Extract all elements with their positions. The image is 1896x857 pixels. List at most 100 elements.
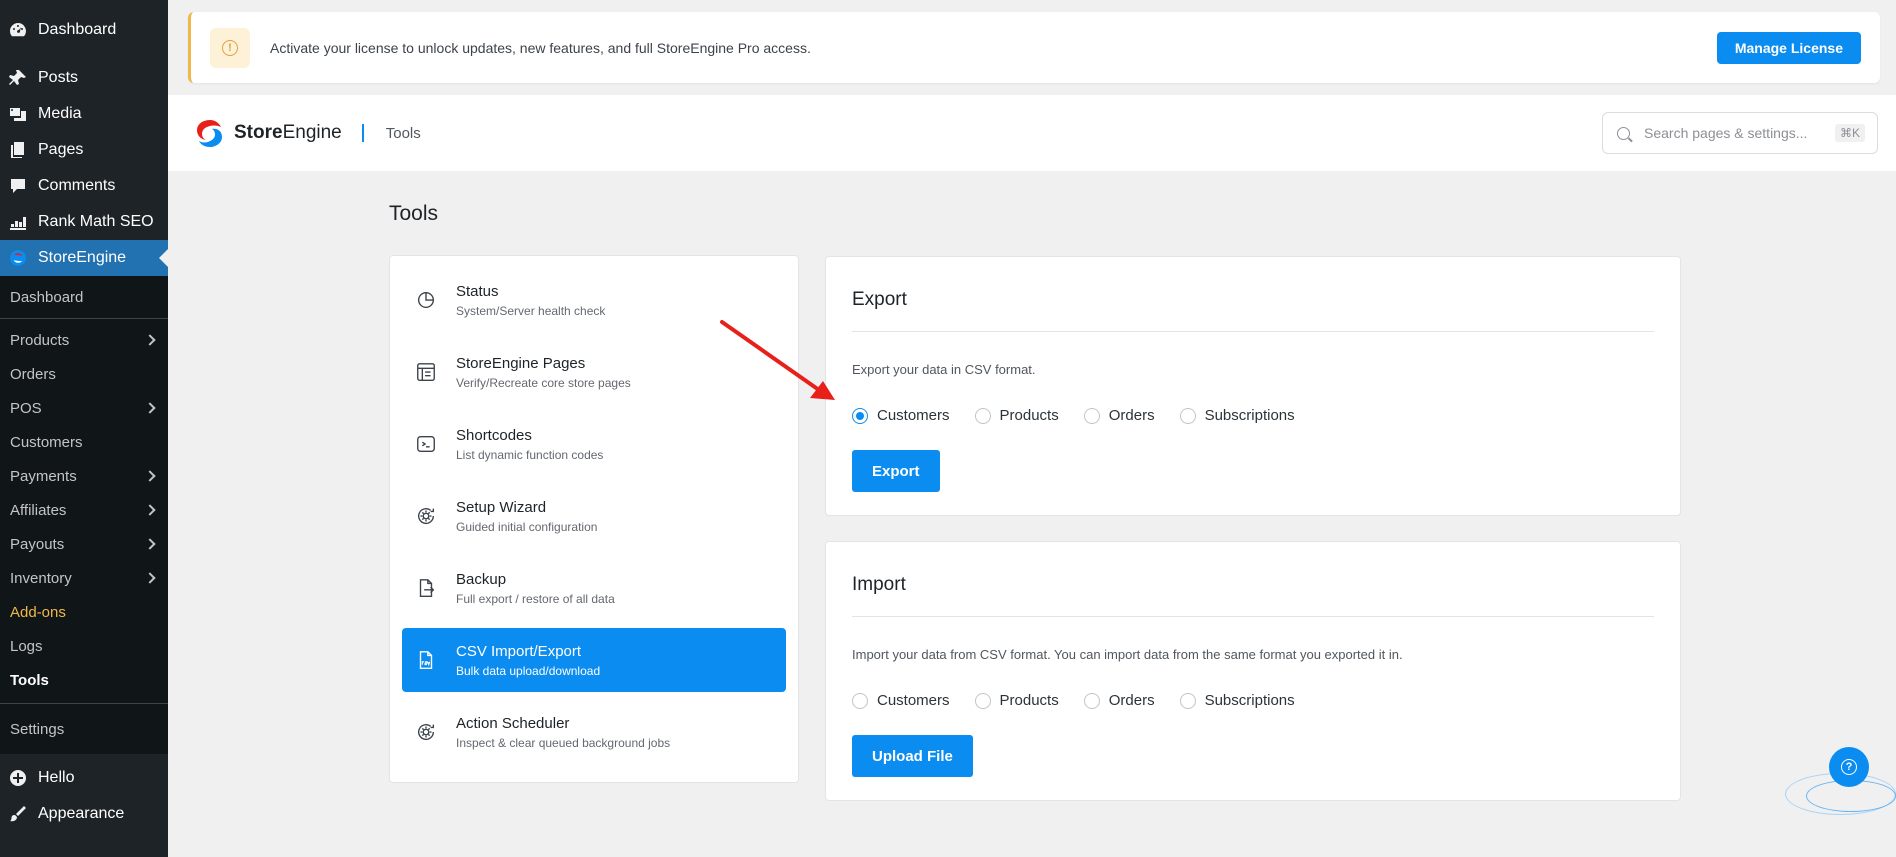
tool-csv-import-export[interactable]: CSV Import/Export Bulk data upload/downlo… [402, 628, 786, 692]
notice-message: Activate your license to unlock updates,… [270, 39, 811, 56]
submenu-label: Payouts [10, 535, 65, 553]
tool-subtitle: Full export / restore of all data [456, 591, 615, 606]
sidebar-item-dashboard[interactable]: Dashboard [0, 12, 168, 48]
export-radio-customers[interactable]: Customers [852, 407, 950, 424]
tool-title: CSV Import/Export [456, 642, 582, 660]
submenu-label: Products [10, 331, 70, 349]
import-radio-products[interactable]: Products [974, 692, 1059, 709]
submenu-label: Orders [10, 365, 56, 383]
storeengine-logo[interactable]: StoreEngine [194, 117, 342, 149]
tool-subtitle: Inspect & clear queued background jobs [456, 735, 671, 750]
divider [361, 124, 364, 142]
sidebar-item-label: Dashboard [38, 21, 117, 38]
submenu-products[interactable]: Products [0, 323, 168, 357]
sidebar-item-comments[interactable]: Comments [0, 168, 168, 204]
chart-icon [8, 212, 28, 232]
tool-action-scheduler[interactable]: Action Scheduler Inspect & clear queued b… [402, 700, 786, 764]
radio-label: Customers [877, 407, 950, 424]
search-input[interactable] [1644, 125, 1824, 141]
sidebar-item-label: Hello [38, 769, 75, 786]
brand-name: StoreEngine [234, 122, 342, 143]
tool-setup-wizard[interactable]: Setup Wizard Guided initial configuration [402, 484, 786, 548]
terminal-icon [414, 432, 438, 456]
chevron-right-icon [144, 538, 156, 550]
radio-button[interactable] [852, 692, 868, 709]
search-icon [1617, 126, 1630, 140]
export-description: Export your data in CSV format. [852, 362, 1036, 377]
radio-button[interactable] [1083, 692, 1100, 709]
radio-label: Products [999, 692, 1059, 709]
tool-title: Setup Wizard [456, 498, 547, 516]
export-radio-subscriptions[interactable]: Subscriptions [1179, 407, 1295, 424]
submenu-dashboard[interactable]: Dashboard [0, 276, 168, 318]
radio-label: Customers [877, 692, 950, 709]
sidebar-item-storeengine[interactable]: StoreEngine [0, 240, 168, 276]
sidebar-item-media[interactable]: Media [0, 96, 168, 132]
tool-subtitle: Guided initial configuration [456, 519, 598, 534]
submenu-label: Affiliates [10, 501, 67, 519]
radio-label: Orders [1108, 407, 1155, 424]
search-box[interactable]: ⌘K [1602, 112, 1878, 154]
radio-button[interactable] [974, 407, 991, 424]
tool-backup[interactable]: Backup Full export / restore of all data [402, 556, 786, 620]
sidebar-item-rank-math[interactable]: Rank Math SEO [0, 204, 168, 240]
chevron-right-icon [144, 334, 156, 346]
submenu-payments[interactable]: Payments [0, 459, 168, 493]
breadcrumb: Tools [385, 124, 421, 142]
chevron-right-icon [144, 470, 156, 482]
radio-button[interactable] [1083, 407, 1100, 424]
tool-subtitle: Verify/Recreate core store pages [456, 375, 631, 390]
sidebar-item-label: Comments [38, 177, 116, 194]
import-type-radio-group: Customers Products Orders Subscriptions [852, 692, 1654, 709]
export-radio-products[interactable]: Products [974, 407, 1059, 424]
storeengine-submenu: Dashboard Products Orders POS Customers … [0, 276, 168, 754]
radio-button[interactable] [974, 692, 991, 709]
submenu-addons[interactable]: Add-ons [0, 595, 168, 629]
tool-title: Action Scheduler [456, 714, 570, 732]
tool-subtitle: Bulk data upload/download [456, 663, 601, 678]
sidebar-item-label: Posts [38, 69, 79, 86]
warning-icon: ! [210, 27, 250, 68]
help-button[interactable]: ? [1829, 747, 1869, 787]
dashboard-icon [8, 20, 28, 40]
sidebar-item-label: Media [38, 105, 82, 122]
submenu-logs[interactable]: Logs [0, 629, 168, 663]
submenu-orders[interactable]: Orders [0, 357, 168, 391]
export-title: Export [852, 257, 1654, 332]
sidebar-item-hello[interactable]: Hello [0, 760, 168, 796]
sidebar-item-posts[interactable]: Posts [0, 60, 168, 96]
tool-title: Shortcodes [456, 426, 532, 444]
radio-button[interactable] [852, 407, 868, 424]
upload-file-button[interactable]: Upload File [852, 735, 973, 777]
tool-title: Backup [456, 570, 507, 588]
import-radio-orders[interactable]: Orders [1083, 692, 1155, 709]
import-radio-subscriptions[interactable]: Subscriptions [1179, 692, 1295, 709]
pie-chart-icon [414, 288, 438, 312]
sidebar-item-pages[interactable]: Pages [0, 132, 168, 168]
admin-sidebar: Dashboard Posts Media Pages Comments Ran… [0, 0, 168, 857]
media-icon [8, 104, 28, 124]
submenu-affiliates[interactable]: Affiliates [0, 493, 168, 527]
export-button[interactable]: Export [852, 450, 940, 492]
sidebar-item-label: StoreEngine [38, 249, 127, 266]
export-radio-orders[interactable]: Orders [1083, 407, 1155, 424]
file-export-icon [414, 576, 438, 600]
export-panel: Export Export your data in CSV format. C… [825, 256, 1681, 516]
submenu-customers[interactable]: Customers [0, 425, 168, 459]
submenu-tools[interactable]: Tools [0, 663, 168, 697]
radio-button[interactable] [1179, 692, 1196, 709]
import-radio-customers[interactable]: Customers [852, 692, 950, 709]
manage-license-button[interactable]: Manage License [1716, 31, 1861, 64]
submenu-settings[interactable]: Settings [0, 704, 168, 754]
sidebar-item-appearance[interactable]: Appearance [0, 796, 168, 832]
tool-shortcodes[interactable]: Shortcodes List dynamic function codes [402, 412, 786, 476]
shortcut-badge: ⌘K [1834, 124, 1865, 142]
submenu-pos[interactable]: POS [0, 391, 168, 425]
sidebar-item-label: Appearance [38, 805, 125, 822]
comment-icon [8, 176, 28, 196]
submenu-label: Customers [10, 433, 83, 451]
radio-label: Orders [1108, 692, 1155, 709]
submenu-payouts[interactable]: Payouts [0, 527, 168, 561]
radio-button[interactable] [1179, 407, 1196, 424]
submenu-inventory[interactable]: Inventory [0, 561, 168, 595]
